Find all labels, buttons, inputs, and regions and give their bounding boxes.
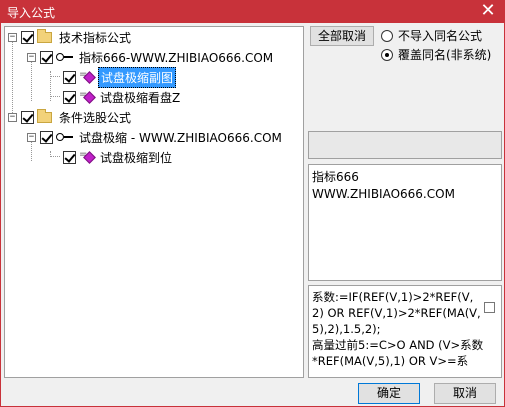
formula-preview: 系数:=IF(REF(V,1)>2*REF(V,2) OR REF(V,1)>2… (308, 285, 502, 378)
tree-node-label: 指标666-WWW.ZHIBIAO666.COM (79, 50, 274, 65)
tree-node-label: 试盘极缩看盘Z (100, 90, 181, 105)
formula-text: 系数:=IF(REF(V,1)>2*REF(V,2) OR REF(V,1)>2… (312, 290, 484, 368)
import-formula-dialog: 导入公式 ✕ − 技术指标公式 − 指标666-WWW.ZHIBIAO666.C… (0, 0, 505, 407)
status-box (308, 131, 502, 159)
tree-connector (50, 76, 60, 77)
ok-button[interactable]: 确定 (358, 383, 420, 404)
window-title: 导入公式 (7, 6, 56, 20)
collapse-icon[interactable]: − (27, 132, 36, 142)
tree-node-label: 试盘极缩 - WWW.ZHIBIAO666.COM (79, 130, 282, 145)
radio-no-import-indicator[interactable] (381, 29, 393, 42)
tree-connector (50, 156, 60, 157)
tree-checkbox[interactable] (63, 150, 76, 164)
tree-node-label: 试盘极缩副图 (98, 66, 177, 88)
radio-overwrite-label: 覆盖同名(非系统) (398, 48, 492, 62)
key-icon (56, 52, 74, 62)
close-icon[interactable]: ✕ (478, 1, 498, 23)
tree-node-in-position[interactable]: 试盘极缩到位 (63, 147, 174, 167)
description-line: 指标666 (312, 170, 359, 184)
collapse-icon[interactable]: − (27, 52, 36, 62)
radio-overwrite[interactable]: 覆盖同名(非系统) (381, 46, 491, 63)
folder-icon (37, 108, 52, 123)
tree-checkbox[interactable] (40, 50, 53, 64)
collapse-icon[interactable]: − (8, 32, 17, 42)
radio-no-import-label: 不导入同名公式 (398, 29, 483, 43)
key-icon (56, 132, 74, 142)
tree-checkbox[interactable] (21, 110, 34, 124)
cancel-button[interactable]: 取消 (434, 383, 496, 404)
tree-checkbox[interactable] (63, 70, 76, 84)
description-line: WWW.ZHIBIAO666.COM (312, 187, 455, 201)
tree-checkbox[interactable] (40, 130, 53, 144)
tree-node-test-shrink[interactable]: − 试盘极缩 - WWW.ZHIBIAO666.COM (27, 127, 284, 147)
formula-checkbox[interactable] (484, 302, 495, 313)
title-bar: 导入公式 ✕ (1, 1, 504, 23)
radio-no-import[interactable]: 不导入同名公式 (381, 27, 482, 44)
tree-node-watch-z[interactable]: 试盘极缩看盘Z (63, 87, 182, 107)
tree-connector (50, 96, 60, 97)
tree-connector (31, 61, 32, 101)
formula-icon (79, 149, 95, 163)
tree-node-subchart[interactable]: 试盘极缩副图 (63, 66, 177, 88)
formula-tree: − 技术指标公式 − 指标666-WWW.ZHIBIAO666.COM 试盘极缩… (4, 26, 304, 378)
tree-node-label: 技术指标公式 (59, 30, 132, 45)
radio-overwrite-indicator[interactable] (381, 48, 393, 61)
tree-checkbox[interactable] (21, 30, 34, 44)
collapse-icon[interactable]: − (8, 112, 17, 122)
tree-checkbox[interactable] (63, 90, 76, 104)
formula-icon (79, 89, 95, 103)
formula-icon (79, 69, 95, 83)
deselect-all-button[interactable]: 全部取消 (310, 26, 374, 46)
tree-node-stock-screening[interactable]: − 条件选股公式 (8, 107, 133, 127)
folder-icon (37, 28, 52, 43)
tree-node-label: 试盘极缩到位 (100, 150, 173, 165)
tree-node-tech-indicators[interactable]: − 技术指标公式 (8, 27, 133, 47)
description-box: 指标666 WWW.ZHIBIAO666.COM (308, 164, 502, 281)
tree-node-label: 条件选股公式 (59, 110, 132, 125)
tree-node-indicator-666[interactable]: − 指标666-WWW.ZHIBIAO666.COM (27, 47, 275, 67)
